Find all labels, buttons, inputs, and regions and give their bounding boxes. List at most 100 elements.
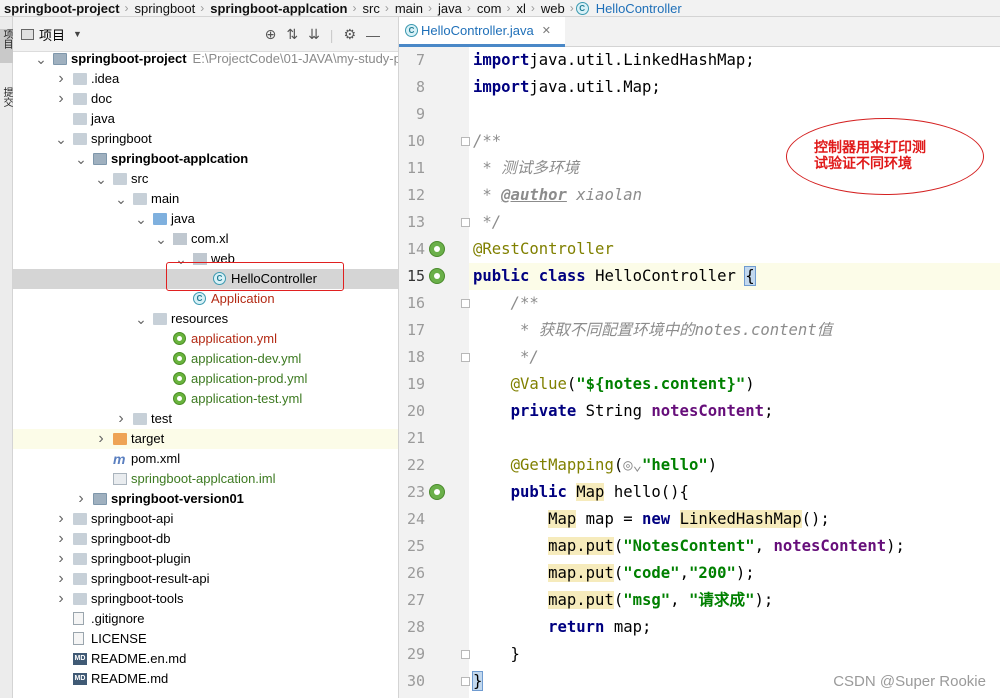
tree-item[interactable]: application-prod.yml (13, 369, 398, 389)
tree-item[interactable]: MD README.en.md (13, 649, 398, 669)
tab-hello-controller[interactable]: C HelloController.java ✕ (399, 17, 565, 47)
side-tab-commit[interactable]: 提交 (0, 87, 13, 127)
crumb-main[interactable]: main (391, 1, 426, 16)
chevron-right-icon[interactable]: › (55, 509, 67, 529)
tree-item[interactable]: ⌄ springboot-project E:\ProjectCode\01-JAV… (13, 49, 398, 69)
code-token: Map (576, 483, 605, 501)
tree-item[interactable]: application-dev.yml (13, 349, 398, 369)
chevron-right-icon[interactable]: › (55, 529, 67, 549)
tree-item-text: springboot-version01 (111, 491, 244, 506)
chevron-down-icon[interactable]: ⌄ (155, 229, 167, 249)
code-line-text: public Map hello(){ (473, 479, 689, 506)
side-tab-project[interactable]: 项目 (0, 29, 13, 63)
tree-item[interactable]: ⌄ resources (13, 309, 398, 329)
tree-item[interactable]: › springboot-db (13, 529, 398, 549)
crumb-file[interactable]: HelloController (592, 1, 685, 16)
tree-item[interactable]: ⌄ com.xl (13, 229, 398, 249)
tree-item[interactable]: › target (13, 429, 398, 449)
tree-item[interactable]: ⌄ src (13, 169, 398, 189)
folder-icon (73, 553, 87, 565)
code-line: importjava.util.LinkedHashMap; (469, 47, 1000, 74)
tree-item-text: springboot-db (91, 531, 171, 546)
crumb-java[interactable]: java (434, 1, 465, 16)
line-number: 24 (406, 510, 425, 528)
chevron-right-icon[interactable]: › (95, 429, 107, 449)
tree-item[interactable]: ⌄ java (13, 209, 398, 229)
tree-item-text: doc (91, 91, 112, 106)
chevron-right-icon[interactable]: › (115, 409, 127, 429)
chevron-right-icon[interactable]: › (55, 89, 67, 109)
tree-item[interactable]: ⌄ springboot (13, 129, 398, 149)
tree-item[interactable]: .gitignore (13, 609, 398, 629)
code-token: ◎⌄ (623, 456, 643, 474)
chevron-down-icon[interactable]: ⌄ (55, 129, 67, 149)
tree-item[interactable]: application-test.yml (13, 389, 398, 409)
tree-item[interactable]: › springboot-version01 (13, 489, 398, 509)
project-view-selector[interactable]: 项目 ▼ (13, 25, 82, 44)
chevron-down-icon[interactable]: ⌄ (135, 309, 147, 329)
code-line: map.put("code","200"); (469, 560, 1000, 587)
chevron-right-icon[interactable]: › (75, 489, 87, 509)
expand-all-icon[interactable]: ⇅ (286, 26, 298, 43)
tree-item[interactable]: C Application (13, 289, 398, 309)
collapse-all-icon[interactable]: ⇊ (308, 26, 320, 43)
chevron-down-icon[interactable]: ⌄ (115, 189, 127, 209)
chevron-down-icon[interactable]: ⌄ (135, 209, 147, 229)
tree-item[interactable]: › springboot-plugin (13, 549, 398, 569)
locate-icon[interactable]: ⊕ (265, 26, 277, 43)
chevron-down-icon[interactable]: ⌄ (75, 149, 87, 169)
spring-bean-gutter-icon[interactable] (429, 484, 445, 500)
code-line: importjava.util.Map; (469, 74, 1000, 101)
tree-item[interactable]: java (13, 109, 398, 129)
code-line-text: */ (473, 209, 501, 236)
tree-item[interactable]: › springboot-tools (13, 589, 398, 609)
tree-item[interactable]: springboot-applcation.iml (13, 469, 398, 489)
spring-bean-gutter-icon[interactable] (429, 241, 445, 257)
gear-icon[interactable]: ⚙ (343, 26, 356, 43)
tree-item[interactable]: MD README.md (13, 669, 398, 689)
tree-item-text: target (131, 431, 165, 446)
close-icon[interactable]: ✕ (542, 24, 551, 37)
tree-item[interactable]: › .idea (13, 69, 398, 89)
crumb-project[interactable]: springboot-project (0, 1, 123, 16)
chevron-right-icon[interactable]: › (55, 69, 67, 89)
code-line: @RestController (469, 236, 1000, 263)
chevron-right-icon[interactable]: › (55, 569, 67, 589)
tree-item[interactable]: ⌄ springboot-applcation (13, 149, 398, 169)
tree-item[interactable]: m pom.xml (13, 449, 398, 469)
java-class-icon: C (405, 24, 418, 37)
chevron-right-icon[interactable]: › (55, 589, 67, 609)
spring-bean-gutter-icon[interactable] (429, 268, 445, 284)
crumb-springboot[interactable]: springboot (131, 1, 199, 16)
chevron-down-icon[interactable]: ⌄ (95, 169, 107, 189)
chevron-right-icon[interactable]: › (55, 549, 67, 569)
chevron-down-icon[interactable]: ⌄ (35, 49, 47, 69)
tree-item[interactable]: ⌄ main (13, 189, 398, 209)
folder-icon (73, 73, 87, 85)
tree-item-label: springboot (91, 129, 152, 149)
project-panel-toolbar: ⊕ ⇅ ⇊ | ⚙ — (265, 17, 380, 52)
tree-item[interactable]: LICENSE (13, 629, 398, 649)
tree-item[interactable]: › springboot-result-api (13, 569, 398, 589)
crumb-module[interactable]: springboot-applcation (206, 1, 350, 16)
crumb-xl[interactable]: xl (512, 1, 528, 16)
line-number: 17 (406, 321, 425, 339)
code-token: ); (886, 537, 905, 555)
tree-item[interactable]: › test (13, 409, 398, 429)
minimize-icon[interactable]: — (366, 27, 380, 43)
tree-item[interactable]: application.yml (13, 329, 398, 349)
tree-item-text: application.yml (191, 331, 277, 346)
folder-icon (73, 533, 87, 545)
tree-item[interactable]: › doc (13, 89, 398, 109)
code-token: HelloController (595, 267, 746, 285)
code-line: public class HelloController { (469, 263, 1000, 290)
crumb-com[interactable]: com (473, 1, 505, 16)
crumb-src[interactable]: src (358, 1, 382, 16)
crumb-web[interactable]: web (537, 1, 568, 16)
spring-config-icon (173, 392, 186, 405)
code-token: @Value (510, 375, 567, 393)
tree-item[interactable]: › springboot-api (13, 509, 398, 529)
tree-item-text: springboot-api (91, 511, 174, 526)
